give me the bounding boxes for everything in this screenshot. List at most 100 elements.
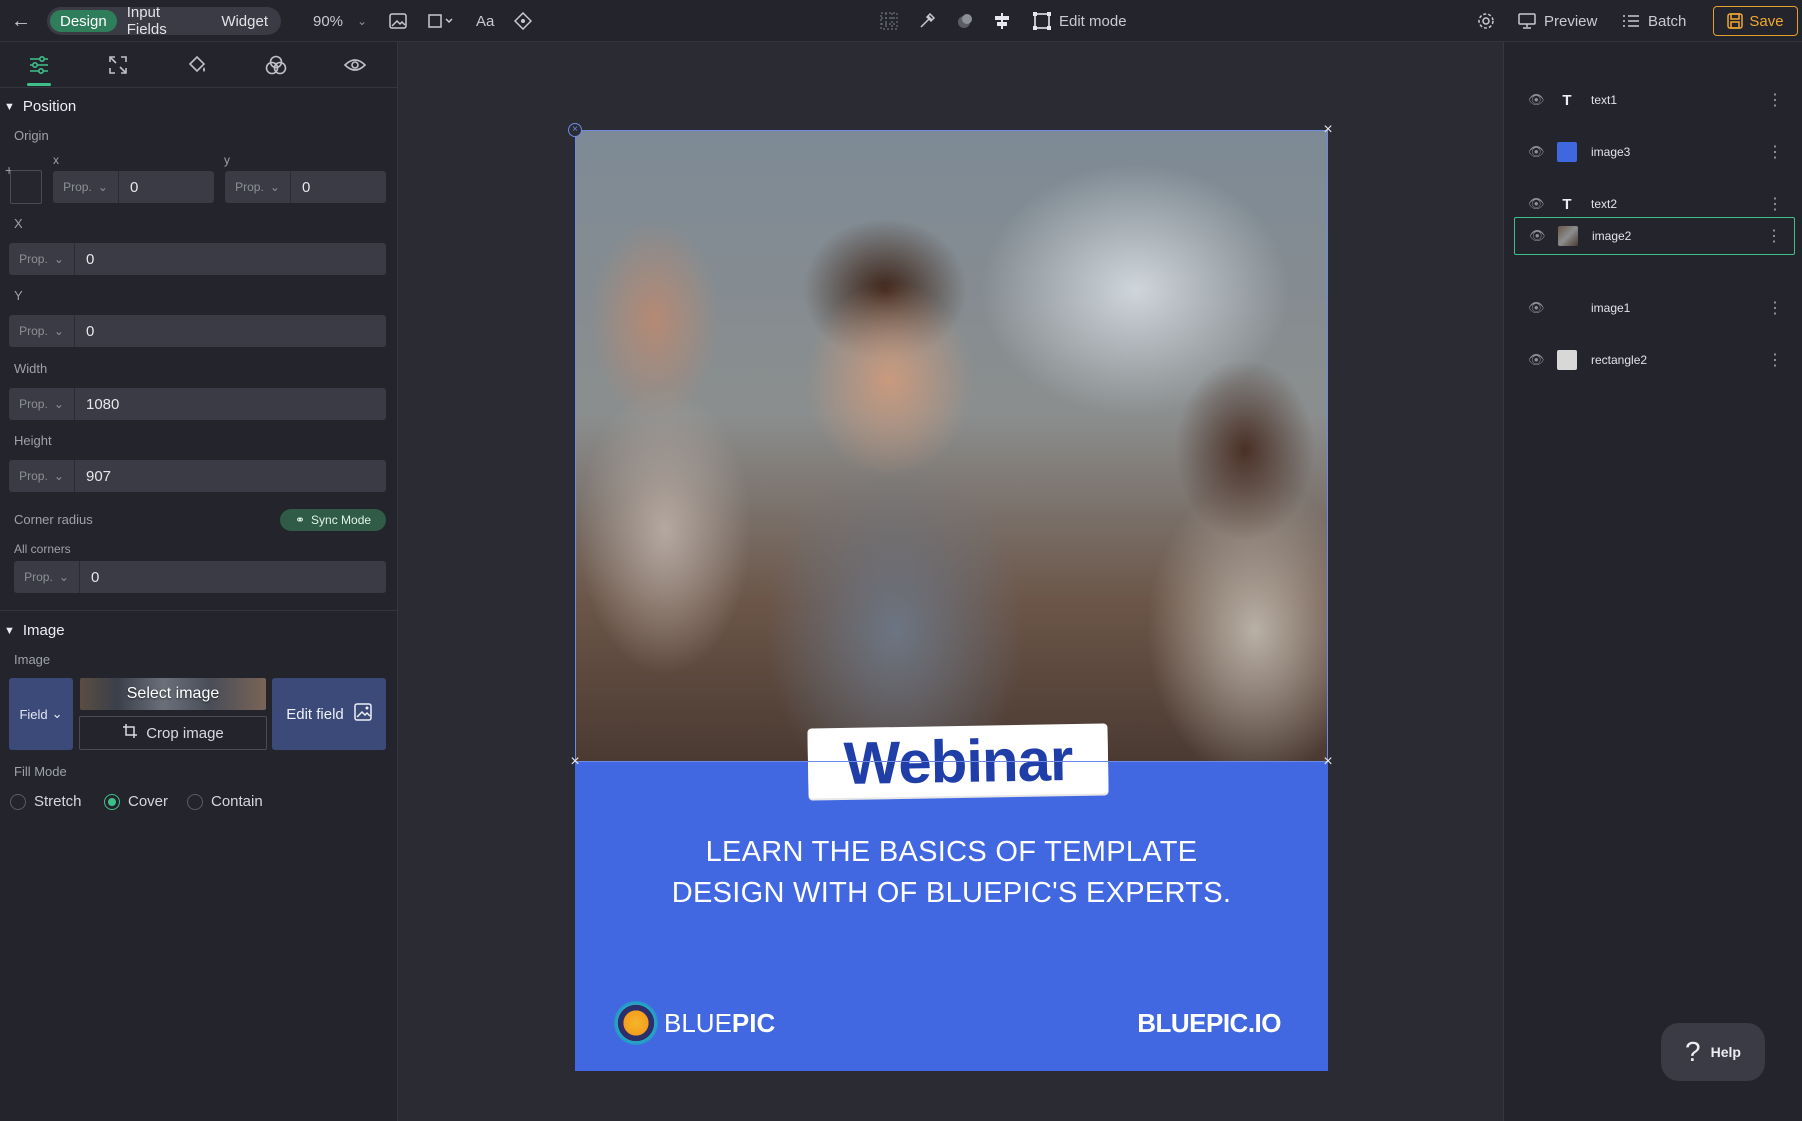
eye-icon[interactable]: 👁 xyxy=(1528,196,1545,212)
align-icon[interactable] xyxy=(993,0,1011,42)
origin-x-value[interactable]: 0 xyxy=(119,179,138,196)
radio-button-selected[interactable] xyxy=(104,793,120,810)
origin-y-value[interactable]: 0 xyxy=(291,179,310,196)
preview-label: Preview xyxy=(1544,12,1598,30)
height-unit-dropdown[interactable]: Prop. ⌄ xyxy=(9,460,75,492)
origin-y-field[interactable]: Prop. ⌄ 0 xyxy=(225,171,386,203)
y-value[interactable]: 0 xyxy=(75,323,94,340)
image2-photo-people-clapping[interactable] xyxy=(575,130,1328,762)
eye-icon[interactable]: 👁 xyxy=(1528,144,1545,160)
mode-switcher: Design Input Fields Widget xyxy=(47,4,281,38)
mode-input-fields[interactable]: Input Fields xyxy=(117,4,212,38)
active-tab-indicator xyxy=(27,83,51,86)
save-button[interactable]: Save xyxy=(1713,6,1798,36)
x-field[interactable]: Prop. ⌄ 0 xyxy=(9,243,386,275)
corners-value[interactable]: 0 xyxy=(80,569,99,586)
height-field[interactable]: Prop. ⌄ 907 xyxy=(9,460,386,492)
fill-mode-cover[interactable]: Cover xyxy=(104,793,168,810)
y-unit-dropdown[interactable]: Prop. ⌄ xyxy=(9,315,75,347)
height-value[interactable]: 907 xyxy=(75,468,111,485)
eye-icon[interactable]: 👁 xyxy=(1528,352,1545,368)
layer-image3[interactable]: 👁 image3 ⋮ xyxy=(1514,133,1795,171)
caret-down-icon: ▼ xyxy=(4,100,15,113)
radio-button[interactable] xyxy=(187,793,203,810)
width-field[interactable]: Prop. ⌄ 1080 xyxy=(9,388,386,420)
mode-design[interactable]: Design xyxy=(50,10,117,32)
origin-picker[interactable] xyxy=(10,170,42,204)
more-options-icon[interactable]: ⋮ xyxy=(1767,350,1783,370)
text-type-icon: T xyxy=(1562,91,1572,109)
webinar-badge[interactable]: Webinar xyxy=(807,723,1109,799)
headline-text[interactable]: LEARN THE BASICS OF TEMPLATE DESIGN WITH… xyxy=(575,832,1328,914)
layer-name: image2 xyxy=(1592,229,1632,243)
layer-image2[interactable]: 👁 image2 ⋮ xyxy=(1514,217,1795,255)
radio-button[interactable] xyxy=(10,793,26,810)
fill-mode-contain[interactable]: Contain xyxy=(187,793,263,810)
eye-icon[interactable]: 👁 xyxy=(1528,92,1545,108)
layer-rectangle2[interactable]: 👁 rectangle2 ⋮ xyxy=(1514,341,1795,379)
more-options-icon[interactable]: ⋮ xyxy=(1767,142,1783,162)
layer-image1[interactable]: 👁 image1 ⋮ xyxy=(1514,289,1795,327)
adjustments-tab-icon[interactable] xyxy=(26,52,52,78)
edit-mode-button[interactable]: Edit mode xyxy=(1033,0,1127,42)
brand-url[interactable]: BLUEPIC.IO xyxy=(1137,1008,1281,1039)
preview-button[interactable]: Preview xyxy=(1518,0,1597,42)
text-type-icon: T xyxy=(1562,195,1572,213)
origin-y-unit-dropdown[interactable]: Prop. ⌄ xyxy=(225,171,291,203)
resize-handle-top-right[interactable]: × xyxy=(1321,122,1335,138)
y-field[interactable]: Prop. ⌄ 0 xyxy=(9,315,386,347)
batch-button[interactable]: Batch xyxy=(1622,0,1686,42)
edit-mode-label: Edit mode xyxy=(1059,12,1127,30)
rotate-handle-icon[interactable]: × xyxy=(568,123,582,137)
more-options-icon[interactable]: ⋮ xyxy=(1767,298,1783,318)
resize-handle-bottom-right[interactable]: × xyxy=(1321,754,1335,770)
mode-widget[interactable]: Widget xyxy=(211,10,278,32)
zoom-dropdown[interactable]: 90% ⌄ xyxy=(313,0,367,42)
resize-handle-bottom-left[interactable]: × xyxy=(568,754,582,770)
effects-tab-icon[interactable] xyxy=(263,52,289,78)
image-tool-icon[interactable] xyxy=(389,0,407,42)
shape-tool-icon[interactable] xyxy=(428,0,456,42)
width-value[interactable]: 1080 xyxy=(75,396,119,413)
origin-x-field[interactable]: Prop. ⌄ 0 xyxy=(53,171,214,203)
brand-logo-group[interactable]: BLUEPIC xyxy=(614,999,775,1047)
crop-icon xyxy=(122,723,138,743)
x-unit-dropdown[interactable]: Prop. ⌄ xyxy=(9,243,75,275)
layers-panel: 👁 T text1 ⋮ 👁 image3 ⋮ 👁 T text2 ⋮ 👁 ima… xyxy=(1503,42,1802,1121)
fill-mode-stretch[interactable]: Stretch xyxy=(10,793,82,810)
list-icon xyxy=(1623,15,1639,27)
grid-icon[interactable] xyxy=(880,0,898,42)
cover-label: Cover xyxy=(128,793,169,810)
crop-image-button[interactable]: Crop image xyxy=(79,716,267,750)
more-options-icon[interactable]: ⋮ xyxy=(1767,90,1783,110)
eye-icon[interactable]: 👁 xyxy=(1528,300,1545,316)
corners-field[interactable]: Prop. ⌄ 0 xyxy=(14,561,386,593)
text-tool-icon[interactable]: Aa xyxy=(476,0,494,42)
corners-unit-dropdown[interactable]: Prop. ⌄ xyxy=(14,561,80,593)
component-tool-icon[interactable] xyxy=(514,0,532,42)
shadow-icon[interactable] xyxy=(956,0,974,42)
eyedropper-icon[interactable] xyxy=(918,0,936,42)
field-label: Field xyxy=(19,706,48,722)
x-value[interactable]: 0 xyxy=(75,251,94,268)
position-section-header[interactable]: ▼ Position xyxy=(4,98,76,115)
eye-icon[interactable]: 👁 xyxy=(1529,228,1546,244)
select-image-button[interactable]: Select image xyxy=(80,678,266,710)
back-arrow-icon[interactable]: ← xyxy=(10,0,32,42)
edit-field-button[interactable]: Edit field xyxy=(272,678,386,750)
settings-gear-icon[interactable] xyxy=(1477,0,1495,42)
fill-bucket-tab-icon[interactable] xyxy=(184,52,210,78)
image-section-header[interactable]: ▼ Image xyxy=(4,622,65,639)
origin-x-unit-dropdown[interactable]: Prop. ⌄ xyxy=(53,171,119,203)
field-dropdown-button[interactable]: Field ⌄ xyxy=(9,678,73,750)
more-options-icon[interactable]: ⋮ xyxy=(1767,194,1783,214)
sync-mode-toggle[interactable]: ⚭ Sync Mode xyxy=(280,509,386,531)
layer-text1[interactable]: 👁 T text1 ⋮ xyxy=(1514,81,1795,119)
brand-name: BLUEPIC xyxy=(664,1008,775,1039)
help-button[interactable]: ? Help xyxy=(1661,1023,1765,1081)
artboard[interactable]: Webinar LEARN THE BASICS OF TEMPLATE DES… xyxy=(575,130,1328,1071)
visibility-tab-icon[interactable] xyxy=(342,52,368,78)
resize-tab-icon[interactable] xyxy=(105,52,131,78)
width-unit-dropdown[interactable]: Prop. ⌄ xyxy=(9,388,75,420)
more-options-icon[interactable]: ⋮ xyxy=(1766,226,1782,246)
